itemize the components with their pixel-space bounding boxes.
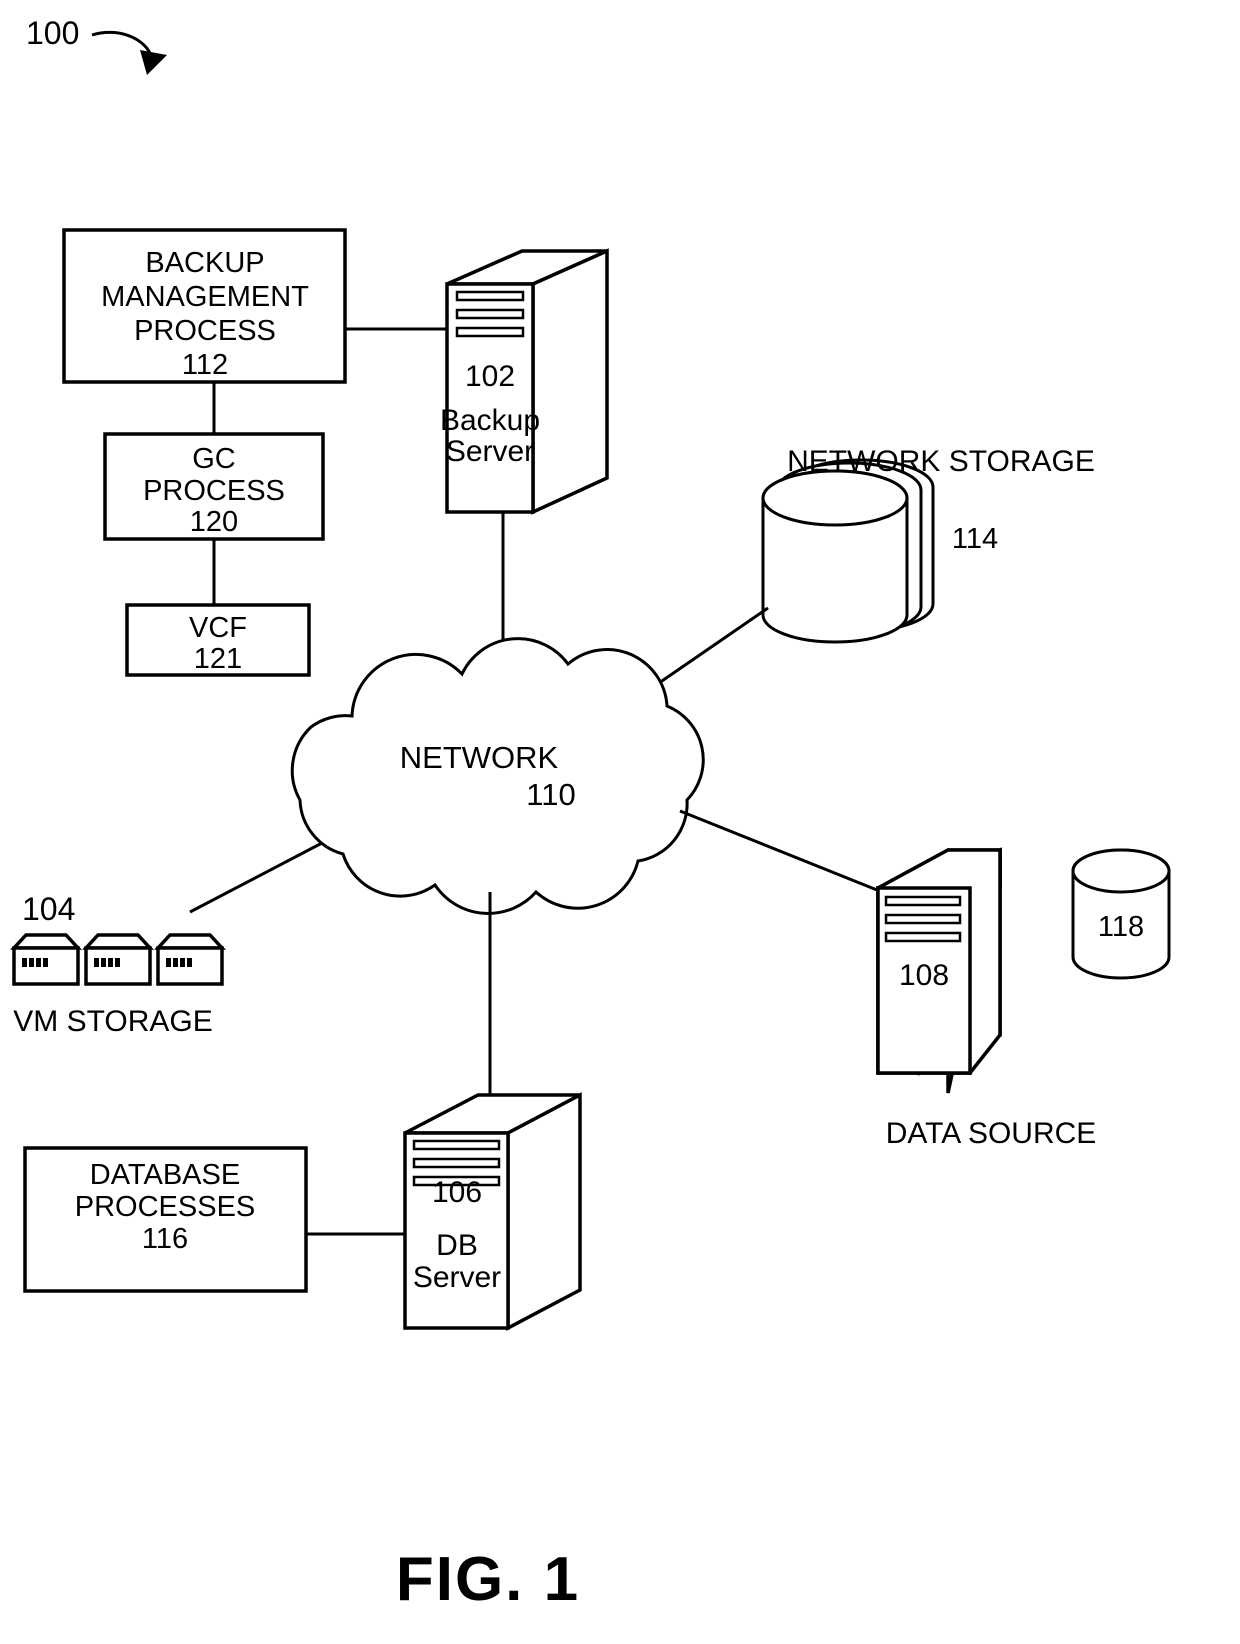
system-ref-label: 100 [26,15,79,51]
vm-storage-unit-2 [82,933,154,986]
backup-server-line2: Server [446,435,534,468]
vcf-box[interactable]: VCF 121 [125,603,311,677]
vcf-ref: 121 [194,643,242,675]
network-cloud-ref: 110 [526,777,575,812]
bmp-line1: BACKUP [145,247,264,279]
callout-arrowhead [140,50,167,75]
backup-server-ref: 102 [465,360,515,393]
gc-line1: GC [192,443,236,475]
vm-storage-label: VM STORAGE [13,1005,212,1038]
network-cloud-node[interactable]: NETWORK 110 [290,637,705,915]
network-cloud-label: NETWORK [400,740,559,775]
connector-network-storage-to-network [658,606,769,685]
figure-caption: FIG. 1 [396,1545,580,1614]
dbproc-ref: 116 [142,1223,188,1255]
bmp-ref: 112 [182,349,228,381]
network-storage-label: NETWORK STORAGE [787,445,1095,478]
db-server-line1: DB [436,1229,478,1262]
backup-management-process-box[interactable]: BACKUP MANAGEMENT PROCESS 112 [62,228,347,384]
data-source-server-node[interactable]: 108 DATA SOURCE [876,847,1097,1150]
connector-network-to-data-source [679,809,878,892]
network-storage-ref: 114 [952,523,998,555]
backup-server-node[interactable]: 102 Backup Server [440,248,609,515]
backup-server-line1: Backup [440,404,540,437]
dbproc-line1: DATABASE [90,1159,240,1191]
gc-line2: PROCESS [143,475,285,507]
db-server-line2: Server [413,1261,501,1294]
data-source-label: DATA SOURCE [886,1117,1097,1150]
dbproc-line2: PROCESSES [75,1191,256,1223]
vm-storage-ref: 104 [22,891,75,927]
connector-network-to-vm-storage [189,841,323,914]
data-source-server-ref: 108 [899,959,949,992]
vm-storage-unit-1 [10,933,82,986]
figure-canvas: 100 BACKUP MANAGEMENT PROCESS 112 GC PRO… [10,15,1171,1614]
bmp-line2: MANAGEMENT [101,281,309,313]
network-storage-node[interactable]: NETWORK STORAGE 114 [761,445,1095,644]
bmp-line3: PROCESS [134,315,276,347]
database-processes-box[interactable]: DATABASE PROCESSES 116 [23,1146,308,1293]
data-source-disk-ref: 118 [1098,911,1144,943]
db-server-node[interactable]: 106 DB Server [403,1092,582,1331]
db-server-ref: 106 [432,1176,482,1209]
vcf-line1: VCF [189,612,247,644]
gc-process-box[interactable]: GC PROCESS 120 [103,432,325,541]
gc-ref: 120 [190,506,238,538]
vm-storage-unit-3 [154,933,226,986]
patent-figure-1: 100 BACKUP MANAGEMENT PROCESS 112 GC PRO… [0,0,1240,1644]
system-ref-callout: 100 [26,15,167,75]
data-source-disk-node[interactable]: 118 [1071,848,1171,980]
